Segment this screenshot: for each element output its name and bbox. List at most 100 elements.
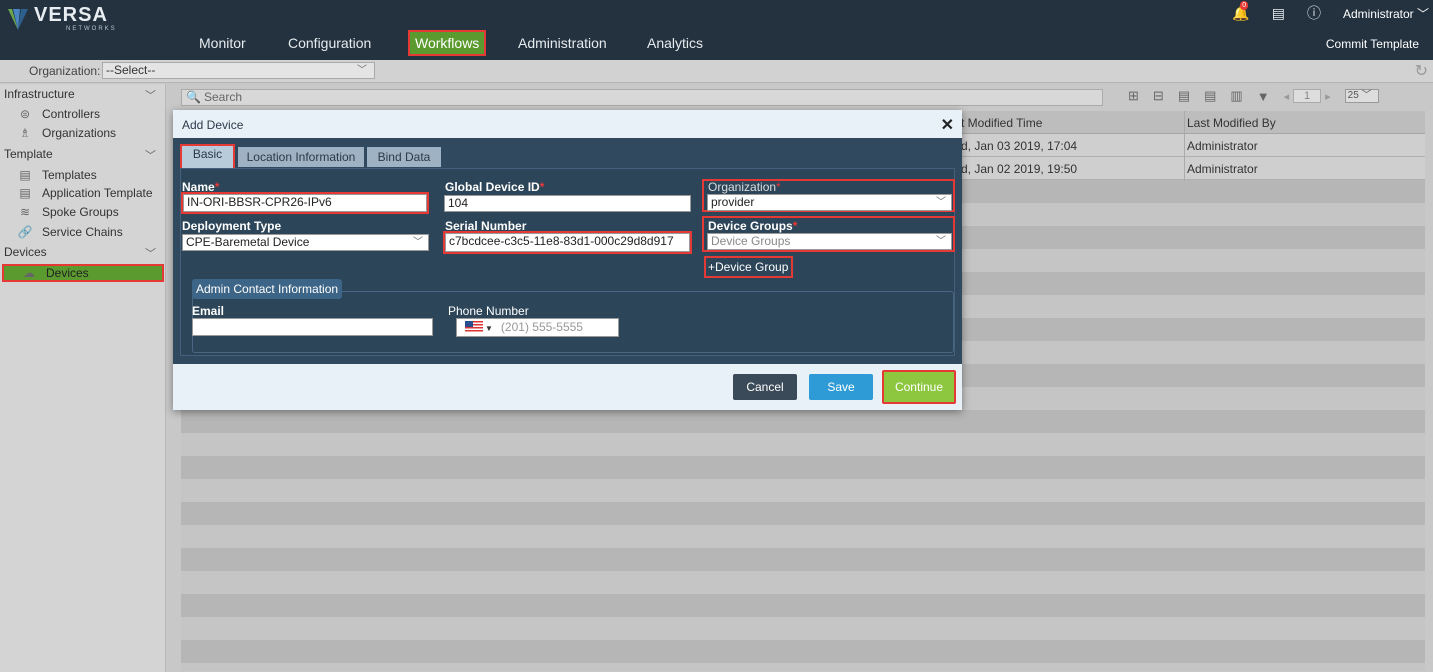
column-last-modified-time[interactable]: t Modified Time xyxy=(961,116,1042,130)
sidebar-item-organizations[interactable]: ♗ Organizations xyxy=(16,126,116,140)
sidebar-section-title: Template xyxy=(4,147,53,161)
email-label: Email xyxy=(192,304,225,318)
chevron-down-icon: ﹀ xyxy=(1416,6,1429,21)
sidebar-item-label: Controllers xyxy=(42,107,101,121)
devices-icon: ☁ xyxy=(23,266,35,280)
sidebar-item-controllers[interactable]: ⊜ Controllers xyxy=(16,107,100,121)
deployment-type-dropdown[interactable]: CPE-Baremetal Device ﹀ xyxy=(182,234,429,251)
versa-logo-icon xyxy=(8,8,28,30)
save-button[interactable]: Save xyxy=(809,374,873,400)
sidebar-section-devices[interactable]: Devices ﹀ xyxy=(4,245,160,260)
caret-down-icon[interactable]: ▼ xyxy=(485,324,493,333)
column-last-modified-by[interactable]: Last Modified By xyxy=(1187,116,1276,130)
deployment-type-value: CPE-Baremetal Device xyxy=(186,235,310,249)
nav-monitor[interactable]: Monitor xyxy=(199,30,246,56)
nav-administration[interactable]: Administration xyxy=(518,30,607,56)
tab-bind-data[interactable]: Bind Data xyxy=(367,147,441,167)
nav-analytics[interactable]: Analytics xyxy=(647,30,703,56)
organization-select-value: --Select-- xyxy=(106,63,156,77)
info-icon[interactable]: ⓘ xyxy=(1307,3,1321,23)
sidebar-section-template[interactable]: Template ﹀ xyxy=(4,147,160,162)
templates-icon: ▤ xyxy=(19,168,31,182)
device-groups-label: Device Groups* xyxy=(708,219,798,233)
organization-value: provider xyxy=(711,195,755,209)
sidebar-item-devices[interactable]: ☁ Devices xyxy=(2,264,164,282)
page-number-input[interactable]: 1 xyxy=(1293,89,1322,103)
next-page-icon[interactable]: ▸ xyxy=(1325,90,1331,103)
chevron-down-icon: ﹀ xyxy=(413,237,423,248)
us-flag-icon[interactable] xyxy=(465,321,483,332)
page-size-select[interactable]: 25 ﹀ xyxy=(1344,89,1379,103)
phone-number-input[interactable]: ▼ (201) 555-5555 xyxy=(456,318,619,337)
user-name: Administrator xyxy=(1342,6,1414,21)
sidebar-item-service-chains[interactable]: 🔗 Service Chains xyxy=(16,225,123,239)
global-device-id-label: Global Device ID* xyxy=(445,180,545,194)
sidebar-section-title: Devices xyxy=(4,245,47,259)
cell-modified-time: d, Jan 02 2019, 19:50 xyxy=(961,162,1078,176)
global-device-id-label-text: Global Device ID xyxy=(445,180,540,194)
sidebar-item-label: Spoke Groups xyxy=(42,205,119,219)
search-input[interactable]: 🔍 Search xyxy=(181,89,1103,106)
nav-configuration[interactable]: Configuration xyxy=(288,30,371,56)
organization-dropdown[interactable]: provider ﹀ xyxy=(707,194,952,211)
tasks-list-icon[interactable]: ▤ xyxy=(1272,5,1285,22)
sidebar-item-application-template[interactable]: ▤ Application Template xyxy=(16,186,153,200)
top-bar: VERSA NETWORKS 🔔 0 ▤ ⓘ Administrator ﹀ Mo… xyxy=(0,0,1433,60)
device-groups-dropdown[interactable]: Device Groups ﹀ xyxy=(707,233,952,250)
continue-button[interactable]: Continue xyxy=(882,370,956,404)
filter-icon[interactable]: ▼ xyxy=(1257,89,1270,104)
grid-toolbar: ⊞ ⊟ ▤ ▤ ▥ ▼ ◂ 1 ▸ 25 ﹀ xyxy=(1128,88,1379,104)
spoke-groups-icon: ≋ xyxy=(19,205,31,219)
basic-form: Name* IN-ORI-BBSR-CPR26-IPv6 Global Devi… xyxy=(180,168,955,356)
organization-select[interactable]: --Select-- ﹀ xyxy=(102,62,375,79)
sidebar: Infrastructure ﹀ ⊜ Controllers ♗ Organiz… xyxy=(0,84,166,672)
sidebar-item-spoke-groups[interactable]: ≋ Spoke Groups xyxy=(16,205,119,219)
global-device-id-input[interactable]: 104 xyxy=(444,195,691,212)
organization-label: Organization: xyxy=(29,64,101,78)
name-input[interactable]: IN-ORI-BBSR-CPR26-IPv6 xyxy=(183,194,427,212)
serial-number-input[interactable]: c7bcdcee-c3c5-11e8-83d1-000c29d8d917 xyxy=(445,233,690,252)
refresh-icon[interactable]: ↻ xyxy=(1415,61,1428,81)
organizations-icon: ♗ xyxy=(19,126,31,140)
clone-icon[interactable]: ▤ xyxy=(1178,88,1190,104)
chevron-down-icon: ﹀ xyxy=(357,65,367,76)
add-icon[interactable]: ⊞ xyxy=(1128,88,1139,104)
remove-icon[interactable]: ⊟ xyxy=(1153,88,1164,104)
phone-number-label: Phone Number xyxy=(448,304,529,318)
cancel-button[interactable]: Cancel xyxy=(733,374,797,400)
add-device-dialog: Add Device ✕ Basic Location Information … xyxy=(173,110,962,410)
device-groups-placeholder: Device Groups xyxy=(711,234,791,248)
tab-basic[interactable]: Basic xyxy=(180,144,235,170)
tab-location-information[interactable]: Location Information xyxy=(238,147,364,167)
chevron-down-icon: ﹀ xyxy=(936,236,946,247)
notifications-bell-icon[interactable]: 🔔 0 xyxy=(1232,0,1250,22)
sidebar-section-infrastructure[interactable]: Infrastructure ﹀ xyxy=(4,87,160,102)
pager: ◂ 1 ▸ xyxy=(1284,89,1331,103)
brand-name: VERSA xyxy=(34,4,108,26)
sidebar-section-title: Infrastructure xyxy=(4,87,75,101)
application-template-icon: ▤ xyxy=(19,186,31,200)
column-divider xyxy=(1184,111,1185,181)
commit-template-button[interactable]: Commit Template xyxy=(1326,37,1419,51)
dialog-header: Add Device ✕ xyxy=(173,110,962,138)
export-icon[interactable]: ▤ xyxy=(1204,88,1216,104)
organization-label: Organization* xyxy=(708,180,781,194)
sidebar-item-templates[interactable]: ▤ Templates xyxy=(16,168,96,182)
dialog-footer: Cancel Save Continue xyxy=(173,364,962,410)
dialog-title: Add Device xyxy=(182,118,244,132)
sidebar-item-label: Organizations xyxy=(42,126,117,140)
sidebar-item-label: Service Chains xyxy=(42,225,123,239)
sidebar-item-label: Application Template xyxy=(42,186,153,200)
add-device-group-link[interactable]: +Device Group xyxy=(708,260,788,274)
previous-page-icon[interactable]: ◂ xyxy=(1284,90,1290,103)
user-menu[interactable]: Administrator ﹀ xyxy=(1343,5,1429,22)
search-icon: 🔍 xyxy=(186,90,201,104)
top-icons: 🔔 0 ▤ ⓘ Administrator ﹀ xyxy=(1232,0,1433,23)
close-icon[interactable]: ✕ xyxy=(941,115,954,135)
cell-modified-by: Administrator xyxy=(1187,139,1258,153)
device-groups-label-text: Device Groups xyxy=(708,219,793,233)
versa-logo[interactable]: VERSA NETWORKS xyxy=(6,5,117,32)
columns-icon[interactable]: ▥ xyxy=(1230,88,1242,104)
nav-workflows[interactable]: Workflows xyxy=(408,30,487,56)
email-input[interactable] xyxy=(192,318,433,336)
